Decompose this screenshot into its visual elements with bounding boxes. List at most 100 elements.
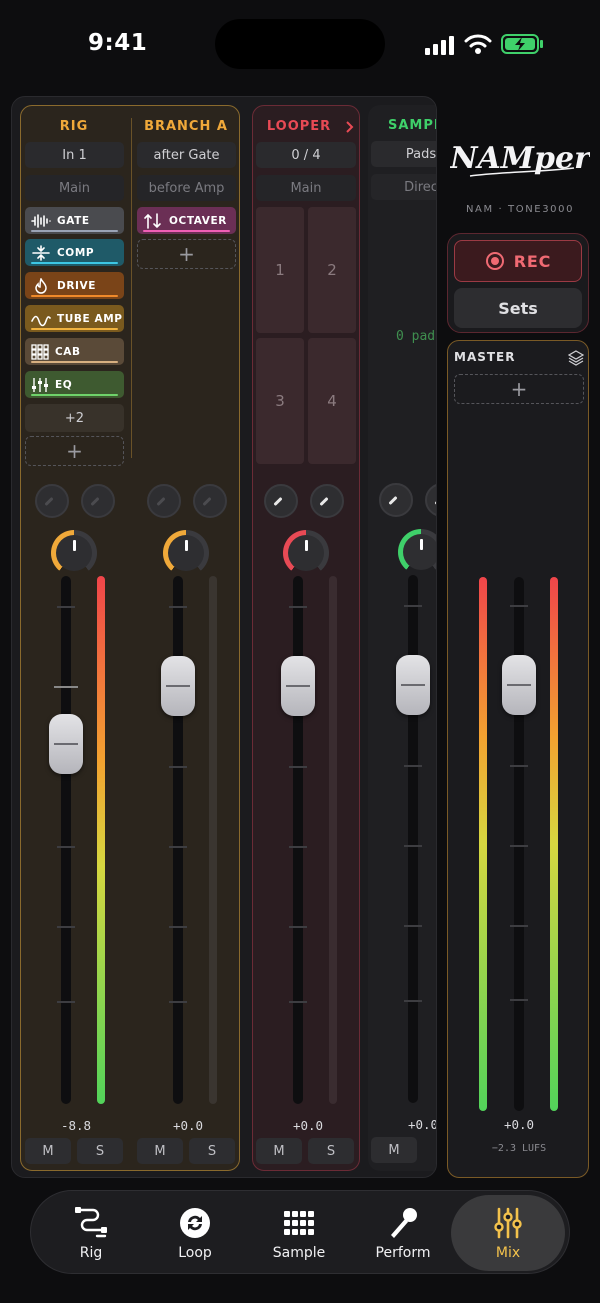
wifi-icon <box>464 34 492 54</box>
rig-route-select[interactable]: Main <box>25 175 124 201</box>
sampler-input-select[interactable]: Pads <box>371 141 436 167</box>
rig-send-knob-1[interactable] <box>35 484 69 518</box>
sampler-mute-button[interactable]: M <box>371 1137 417 1163</box>
layers-icon[interactable] <box>568 350 584 366</box>
branch-mute-button[interactable]: M <box>137 1138 183 1164</box>
rig-level-meter <box>97 576 105 1104</box>
rig-pan-knob[interactable] <box>51 530 97 576</box>
master-lufs-value: −2.3 LUFS <box>491 1143 547 1154</box>
rig-input-select[interactable]: In 1 <box>25 142 124 168</box>
effect-label: DRIVE <box>57 279 97 292</box>
effect-gate[interactable]: GATE <box>25 207 124 234</box>
looper-gain-value: +0.0 <box>292 1118 324 1133</box>
rig-add-effect-button[interactable]: + <box>25 436 124 466</box>
record-label: REC <box>513 251 552 271</box>
dynamic-island <box>215 19 385 69</box>
effect-eq[interactable]: EQ <box>25 371 124 398</box>
looper-solo-button[interactable]: S <box>308 1138 354 1164</box>
pads-grid-icon <box>284 1210 314 1235</box>
branch-pan-knob[interactable] <box>163 530 209 576</box>
cable-icon <box>75 1206 107 1237</box>
tab-label: Perform <box>375 1244 431 1261</box>
rig-solo-button[interactable]: S <box>77 1138 123 1164</box>
looper-pan-knob[interactable] <box>283 530 329 576</box>
rig-gain-value: -8.8 <box>60 1118 92 1133</box>
branch-send-knob-2[interactable] <box>193 484 227 518</box>
channel-header-looper[interactable]: LOOPER <box>253 119 345 134</box>
looper-send-knob-2[interactable] <box>310 484 344 518</box>
branch-level-meter <box>209 576 217 1104</box>
loop-pad-3[interactable]: 3 <box>256 338 304 464</box>
channel-header-sampler[interactable]: SAMPL <box>388 118 436 133</box>
effect-octaver[interactable]: OCTAVER <box>137 207 236 234</box>
effect-label: GATE <box>57 214 90 227</box>
master-level-meter-left <box>479 577 487 1111</box>
effect-label: OCTAVER <box>169 214 227 227</box>
loop-pad-4[interactable]: 4 <box>308 338 356 464</box>
tab-rig[interactable]: Rig <box>41 1191 141 1275</box>
channel-header-branch-a[interactable]: BRANCH A <box>133 119 239 134</box>
sampler-gain-value: +0.0 <box>407 1117 437 1132</box>
looper-send-knob-1[interactable] <box>264 484 298 518</box>
effect-comp[interactable]: COMP <box>25 239 124 266</box>
channel-header-rig[interactable]: RIG <box>21 119 127 134</box>
looper-counter: 0 / 4 <box>256 142 356 168</box>
sampler-route-select[interactable]: Direc <box>371 174 436 200</box>
tab-bar: Rig Loop Sample Perform Mix <box>30 1190 570 1274</box>
brand-subtitle: NAM · TONE3000 <box>465 204 575 215</box>
effect-label: TUBE AMP <box>57 312 123 325</box>
effect-cab[interactable]: CAB <box>25 338 124 365</box>
tab-mix[interactable]: Mix <box>451 1195 565 1271</box>
branch-gain-value: +0.0 <box>172 1118 204 1133</box>
waveform-icon <box>31 213 51 228</box>
sampler-pan-knob[interactable] <box>398 529 436 575</box>
sampler-send-knob-2[interactable] <box>425 483 436 517</box>
master-strip: MASTER + +0.0 −2.3 LUFS <box>447 340 589 1178</box>
record-button[interactable]: REC <box>454 240 582 282</box>
effect-tube-amp[interactable]: TUBE AMP <box>25 305 124 332</box>
logo-text: NAMper <box>450 141 590 176</box>
branch-add-effect-button[interactable]: + <box>137 239 236 269</box>
looper-route-select[interactable]: Main <box>256 175 356 201</box>
tab-label: Sample <box>272 1244 326 1261</box>
branch-send-knob-1[interactable] <box>147 484 181 518</box>
loop-pad-2[interactable]: 2 <box>308 207 356 333</box>
effect-drive[interactable]: DRIVE <box>25 272 124 299</box>
effect-label: CAB <box>55 345 81 358</box>
branch-fader-handle[interactable] <box>161 656 195 716</box>
tab-perform[interactable]: Perform <box>353 1191 453 1275</box>
sampler-fader-handle[interactable] <box>396 655 430 715</box>
channel-strip-looper: LOOPER 0 / 4 Main 1 2 3 4 +0.0 M S <box>252 105 360 1171</box>
sampler-send-knob-1[interactable] <box>379 483 413 517</box>
tab-label: Loop <box>178 1244 212 1261</box>
looper-mute-button[interactable]: M <box>256 1138 302 1164</box>
battery-charging-icon <box>501 34 543 54</box>
mixer-sliders-icon <box>494 1207 522 1238</box>
master-add-effect-button[interactable]: + <box>454 374 584 404</box>
master-fader-handle[interactable] <box>502 655 536 715</box>
branch-route-select[interactable]: before Amp <box>137 175 236 201</box>
more-effects-button[interactable]: +2 <box>25 404 124 432</box>
compress-icon <box>32 244 50 261</box>
rig-send-knob-2[interactable] <box>81 484 115 518</box>
channel-strip-rig: RIG In 1 Main GATE COMP DRIVE TUBE AMP C… <box>20 105 240 1171</box>
rig-mute-button[interactable]: M <box>25 1138 71 1164</box>
arrows-updown-icon <box>144 212 161 229</box>
chevron-right-icon[interactable] <box>345 120 355 134</box>
looper-fader-handle[interactable] <box>281 656 315 716</box>
sets-button[interactable]: Sets <box>454 288 582 328</box>
rig-fader-handle[interactable] <box>49 714 83 774</box>
sampler-empty-text: 0 pad <box>396 329 436 344</box>
status-time: 9:41 <box>88 30 148 56</box>
branch-input-select[interactable]: after Gate <box>137 142 236 168</box>
grid-icon <box>31 343 49 360</box>
wave-icon <box>31 315 51 326</box>
branch-solo-button[interactable]: S <box>189 1138 235 1164</box>
tab-sample[interactable]: Sample <box>249 1191 349 1275</box>
effect-label: COMP <box>57 246 95 259</box>
record-panel: REC Sets <box>447 233 589 333</box>
loop-pad-1[interactable]: 1 <box>256 207 304 333</box>
tab-loop[interactable]: Loop <box>145 1191 245 1275</box>
loop-icon <box>180 1207 210 1238</box>
namper-logo: NAMper <box>450 141 590 177</box>
